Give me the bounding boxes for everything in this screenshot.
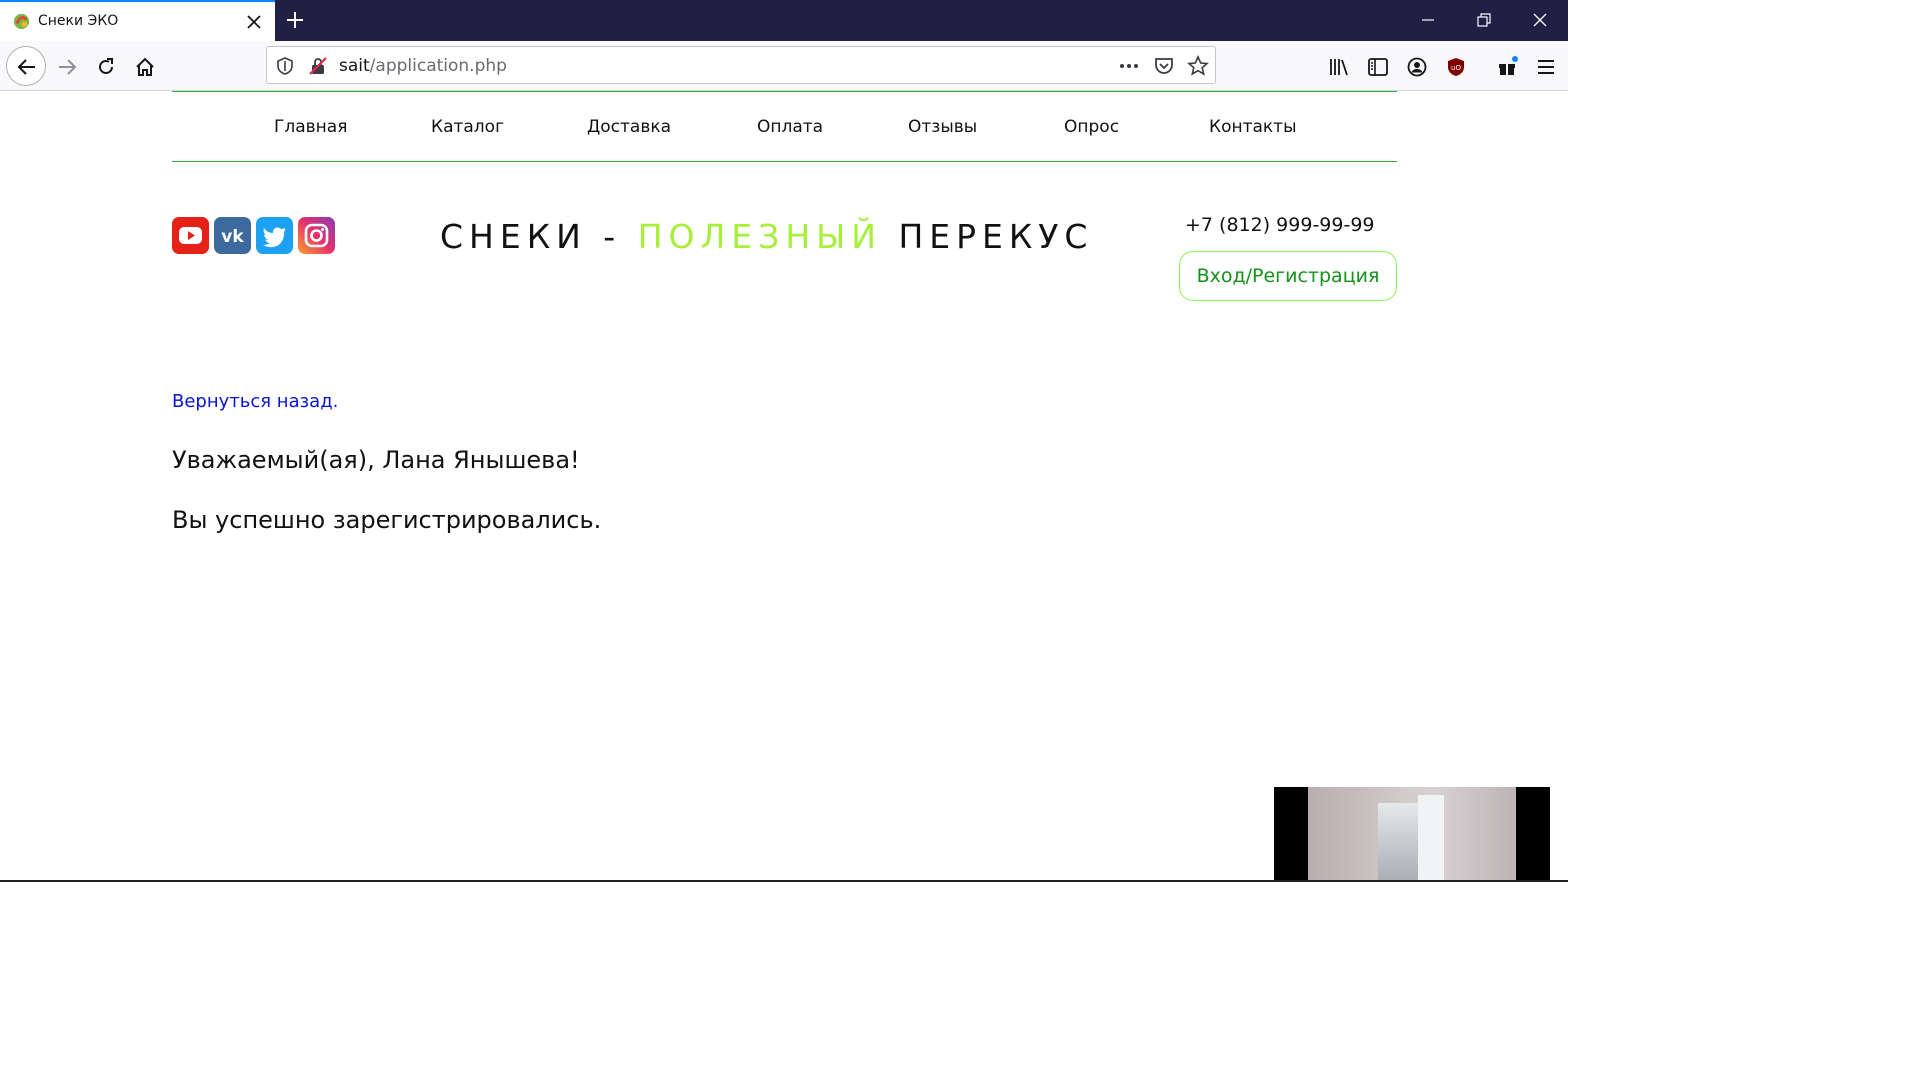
webcam-overlay: [1274, 787, 1550, 882]
back-button[interactable]: [6, 46, 46, 86]
browser-toolbar: sait/application.php uO: [0, 41, 1568, 91]
arrow-left-icon: [17, 59, 35, 75]
menu-bottom-divider: [172, 161, 1397, 162]
url-host: sait: [339, 56, 370, 76]
home-icon: [136, 57, 154, 76]
account-button[interactable]: [1400, 50, 1432, 82]
home-button[interactable]: [128, 50, 160, 82]
library-icon: [1330, 59, 1348, 76]
browser-tab[interactable]: Снеки ЭКО: [0, 0, 275, 41]
sidebar-button[interactable]: [1361, 50, 1393, 82]
forward-button[interactable]: [50, 50, 82, 82]
webcam-scene-element: [1418, 795, 1444, 882]
svg-text:vk: vk: [221, 227, 244, 247]
page-actions-icon[interactable]: [1118, 55, 1140, 77]
insecure-lock-icon[interactable]: [307, 55, 329, 77]
tab-title: Снеки ЭКО: [38, 13, 119, 29]
account-icon: [1407, 57, 1427, 77]
whats-new-button[interactable]: [1490, 50, 1522, 82]
library-button[interactable]: [1322, 50, 1354, 82]
menu-item-delivery[interactable]: Доставка: [587, 117, 671, 137]
ublock-button[interactable]: uO: [1439, 50, 1471, 82]
minimize-icon: [1422, 19, 1434, 21]
twitter-icon[interactable]: [256, 217, 293, 254]
success-message: Вы успешно зарегистрировались.: [172, 506, 602, 534]
menu-item-payment[interactable]: Оплата: [757, 117, 823, 137]
close-icon: [1533, 13, 1547, 27]
instagram-icon[interactable]: [298, 217, 335, 254]
phone-number: +7 (812) 999-99-99: [1185, 214, 1375, 236]
address-bar[interactable]: sait/application.php: [266, 46, 1216, 84]
menu-item-reviews[interactable]: Отзывы: [908, 117, 977, 137]
url-text[interactable]: sait/application.php: [339, 56, 507, 76]
shield-icon[interactable]: [274, 55, 296, 77]
sidebar-icon: [1368, 58, 1388, 76]
main-menu: Главная Каталог Доставка Оплата Отзывы О…: [172, 91, 1397, 161]
close-tab-icon[interactable]: [243, 11, 265, 33]
restore-icon: [1477, 13, 1491, 27]
greeting-text: Уважаемый(ая), Лана Янышева!: [172, 446, 580, 474]
url-path: /application.php: [369, 56, 507, 76]
reload-button[interactable]: [89, 50, 121, 82]
app-menu-button[interactable]: [1529, 50, 1561, 82]
pocket-icon[interactable]: [1153, 55, 1175, 77]
arrow-right-icon: [59, 59, 77, 75]
menu-item-survey[interactable]: Опрос: [1064, 117, 1119, 137]
vk-icon[interactable]: vk: [214, 217, 251, 254]
webcam-scene-element: [1378, 803, 1420, 882]
back-link[interactable]: Вернуться назад.: [172, 391, 338, 412]
bookmark-star-icon[interactable]: [1187, 55, 1209, 77]
hamburger-menu-icon: [1538, 60, 1554, 74]
webcam-video: [1308, 787, 1516, 882]
site-favicon-icon: [13, 13, 30, 30]
ublock-origin-icon: uO: [1448, 58, 1464, 76]
bottom-edge: [0, 880, 1568, 882]
browser-tab-bar: Снеки ЭКО: [0, 0, 1568, 41]
gift-icon: [1499, 56, 1518, 75]
title-accent: ПОЛЕЗНЫЙ: [637, 217, 882, 256]
title-part-2: ПЕРЕКУС: [881, 217, 1094, 256]
menu-item-home[interactable]: Главная: [274, 117, 347, 137]
close-window-button[interactable]: [1512, 0, 1568, 41]
site-title: СНЕКИ - ПОЛЕЗНЫЙ ПЕРЕКУС: [440, 217, 1093, 256]
title-part-1: СНЕКИ -: [440, 217, 638, 256]
login-register-button[interactable]: Вход/Регистрация: [1179, 251, 1397, 301]
minimize-button[interactable]: [1400, 0, 1456, 41]
reload-icon: [99, 58, 113, 74]
youtube-icon[interactable]: [172, 217, 209, 254]
restore-button[interactable]: [1456, 0, 1512, 41]
new-tab-icon[interactable]: [284, 9, 306, 31]
menu-item-contacts[interactable]: Контакты: [1209, 117, 1297, 137]
menu-item-catalog[interactable]: Каталог: [431, 117, 504, 137]
svg-text:uO: uO: [1451, 64, 1461, 72]
web-page: Главная Каталог Доставка Оплата Отзывы О…: [0, 91, 1568, 882]
